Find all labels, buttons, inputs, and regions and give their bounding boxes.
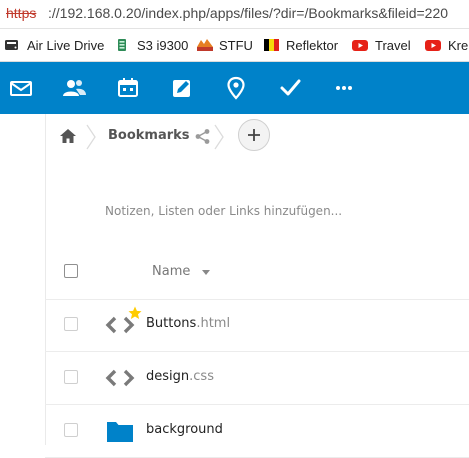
bookmarks-bar: Air Live Drive S3 i9300 STFU Reflektor T… xyxy=(0,29,469,62)
new-file-button[interactable] xyxy=(238,119,270,151)
bookmark-stfu[interactable]: STFU xyxy=(196,36,253,54)
youtube-icon xyxy=(425,38,441,52)
bookmark-s3-i9300[interactable]: S3 i9300 xyxy=(114,36,188,54)
folder-icon xyxy=(105,418,135,444)
favorite-star-icon xyxy=(128,305,142,319)
calendar-icon[interactable] xyxy=(115,76,141,100)
bookmark-reflektor[interactable]: Reflektor xyxy=(263,36,338,54)
file-row[interactable]: background xyxy=(45,405,469,458)
bookmark-label: Air Live Drive xyxy=(27,37,105,53)
more-icon[interactable] xyxy=(331,76,357,100)
row-checkbox[interactable] xyxy=(64,370,78,384)
bookmark-label: STFU xyxy=(219,37,253,53)
sort-caret-icon[interactable] xyxy=(202,270,210,275)
file-extension: .html xyxy=(196,316,231,331)
breadcrumb-separator xyxy=(213,124,225,150)
file-basename: Buttons xyxy=(146,316,197,331)
folder-notes-placeholder[interactable]: Notizen, Listen oder Links hinzufügen... xyxy=(105,204,342,218)
address-bar[interactable]: https ://192.168.0.20/index.php/apps/fil… xyxy=(0,0,469,29)
url-scheme: https xyxy=(6,5,37,21)
plus-icon xyxy=(248,129,260,141)
file-list-header: Name xyxy=(45,244,469,300)
home-icon[interactable] xyxy=(59,127,77,145)
url-path: ://192.168.0.20/index.php/apps/files/?di… xyxy=(48,5,449,21)
bookmark-label: Reflektor xyxy=(286,37,339,53)
file-basename: background xyxy=(146,422,223,437)
file-row[interactable]: Buttons.html xyxy=(45,299,469,352)
file-name[interactable]: Buttons.html xyxy=(146,316,230,331)
android-icon xyxy=(114,38,130,52)
belgian-flag-icon xyxy=(263,38,279,52)
file-name[interactable]: design.css xyxy=(146,369,214,384)
file-row[interactable]: design.css xyxy=(45,352,469,405)
mail-icon[interactable] xyxy=(8,76,34,100)
tasks-icon[interactable] xyxy=(277,76,303,100)
notes-icon[interactable] xyxy=(169,76,195,100)
app-navigation xyxy=(0,62,469,114)
stfu-icon xyxy=(196,38,213,52)
drive-icon xyxy=(4,38,20,52)
bookmark-label: Kreh xyxy=(448,37,469,53)
bookmark-travel[interactable]: Travel xyxy=(352,36,411,54)
maps-icon[interactable] xyxy=(223,76,249,100)
row-checkbox[interactable] xyxy=(64,423,78,437)
file-basename: design xyxy=(146,369,190,384)
breadcrumb-separator xyxy=(85,124,97,150)
select-all-checkbox[interactable] xyxy=(64,264,78,278)
name-column-header[interactable]: Name xyxy=(152,264,190,279)
breadcrumb: Bookmarks xyxy=(45,114,469,160)
youtube-icon xyxy=(352,38,368,52)
row-checkbox[interactable] xyxy=(64,317,78,331)
share-icon[interactable] xyxy=(194,128,211,145)
contacts-icon[interactable] xyxy=(61,76,87,100)
app-sidebar-strip xyxy=(0,114,46,445)
file-name[interactable]: background xyxy=(146,422,223,437)
code-file-icon xyxy=(105,365,135,391)
file-extension: .css xyxy=(189,369,214,384)
bookmark-label: Travel xyxy=(375,37,411,53)
bookmark-air-live-drive[interactable]: Air Live Drive xyxy=(4,36,104,54)
bookmark-label: S3 i9300 xyxy=(137,37,189,53)
bookmark-kreh[interactable]: Kreh xyxy=(425,36,469,54)
breadcrumb-current-folder[interactable]: Bookmarks xyxy=(108,128,190,143)
